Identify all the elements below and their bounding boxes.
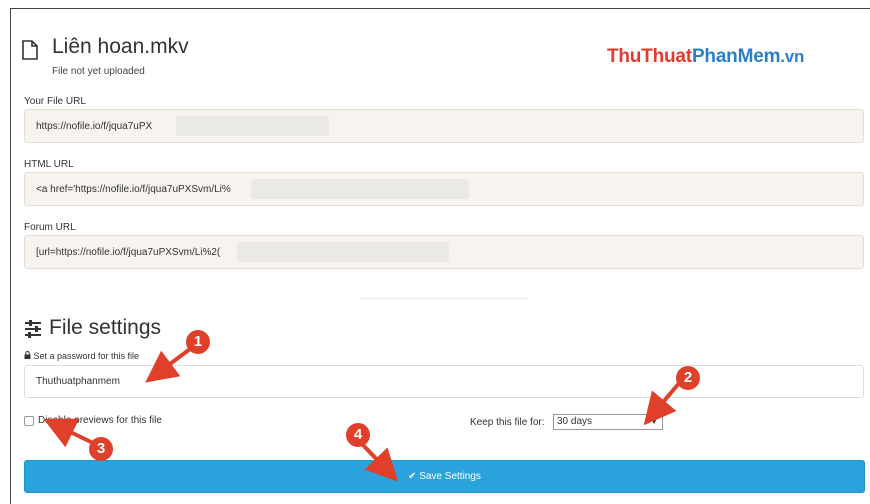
annotation-arrow-4: [359, 441, 399, 482]
annotation-badge-4: 4: [346, 423, 370, 447]
annotation-arrow-1: [145, 347, 192, 383]
annotation-badge-2: 2: [676, 366, 700, 390]
annotation-arrows: [43, 347, 682, 482]
annotation-badge-1: 1: [186, 330, 210, 354]
annotation-arrow-3: [43, 418, 94, 448]
annotation-badge-3: 3: [89, 437, 113, 461]
annotation-arrow-2: [643, 380, 682, 426]
